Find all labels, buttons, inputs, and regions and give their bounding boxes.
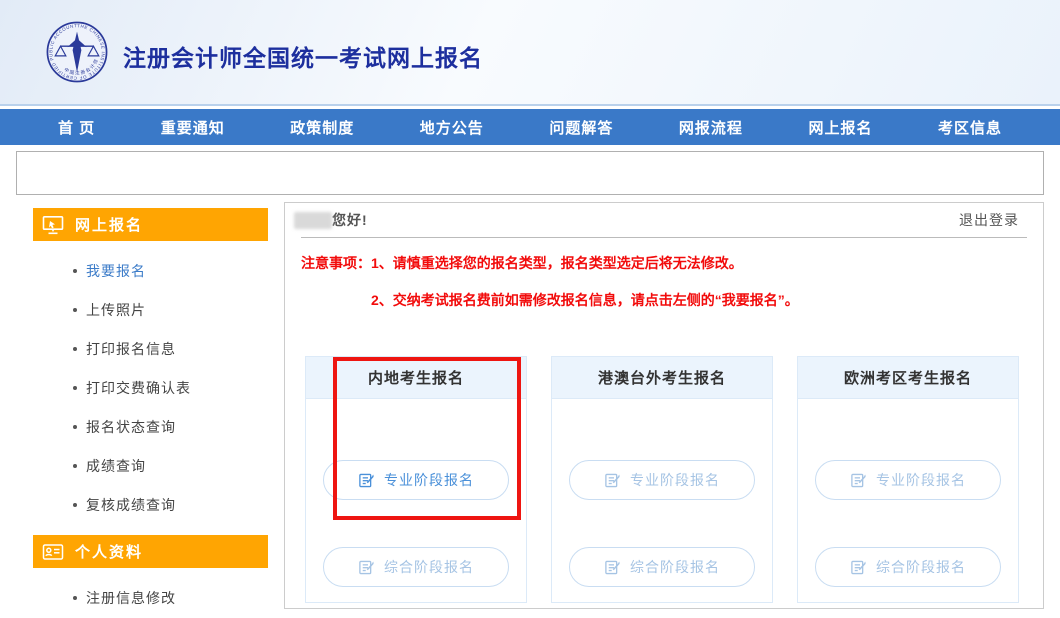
sidebar-item[interactable]: 成绩查询 [33,446,268,485]
stage-button-label: 综合阶段报名 [630,557,720,577]
page-header: THE CHINESE INSTITUTE OF CERTIFIED PUBLI… [0,0,1060,106]
sidebar-item[interactable]: 打印报名信息 [33,329,268,368]
registration-card: 内地考生报名 专业阶段报名 综合阶段报名 [305,356,527,603]
registration-card: 欧洲考区考生报名 专业阶段报名 综合阶段报名 [797,356,1019,603]
stage-button-label: 专业阶段报名 [876,470,966,490]
notice-line-1: 1、请慎重选择您的报名类型，报名类型选定后将无法修改。 [371,253,743,273]
main-panel: 您好! 退出登录 注意事项： 1、请慎重选择您的报名类型，报名类型选定后将无法修… [284,202,1044,609]
sidebar-item[interactable]: 上传照片 [33,290,268,329]
stage-register-button[interactable]: 综合阶段报名 [815,547,1001,587]
greeting-text: 您好! [332,210,368,230]
stage-register-button[interactable]: 综合阶段报名 [323,547,509,587]
sidebar-section: 个人资料 注册信息修改 [33,535,268,617]
nav-item-1[interactable]: 重要通知 [161,117,225,138]
stage-button-label: 专业阶段报名 [630,470,720,490]
stage-register-button[interactable]: 专业阶段报名 [569,460,755,500]
stage-button-label: 综合阶段报名 [384,557,474,577]
stage-button-label: 综合阶段报名 [876,557,966,577]
sidebar: 网上报名 我要报名上传照片打印报名信息打印交费确认表报名状态查询成绩查询复核成绩… [33,202,268,617]
sidebar-item[interactable]: 打印交费确认表 [33,368,268,407]
card-body: 专业阶段报名 综合阶段报名 [306,399,526,587]
card-body: 专业阶段报名 综合阶段报名 [798,399,1018,587]
notice-line-2: 2、交纳考试报名费前如需修改报名信息，请点击左侧的“我要报名”。 [301,290,1027,310]
doc-edit-icon [850,472,867,489]
page-title: 注册会计师全国统一考试网上报名 [123,39,483,73]
sidebar-section: 网上报名 我要报名上传照片打印报名信息打印交费确认表报名状态查询成绩查询复核成绩… [33,208,268,524]
banner-box [16,151,1044,195]
registration-card: 港澳台外考生报名 专业阶段报名 综合阶段报名 [551,356,773,603]
sidebar-item[interactable]: 注册信息修改 [33,578,268,617]
card-title: 港澳台外考生报名 [552,357,772,399]
sidebar-section-header: 个人资料 [33,535,268,568]
monitor-icon [42,215,64,235]
sidebar-item[interactable]: 我要报名 [33,251,268,290]
doc-edit-icon [358,559,375,576]
nav-item-2[interactable]: 政策制度 [290,117,354,138]
card-body: 专业阶段报名 综合阶段报名 [552,399,772,587]
stage-register-button[interactable]: 专业阶段报名 [815,460,1001,500]
cicpa-logo-icon: THE CHINESE INSTITUTE OF CERTIFIED PUBLI… [46,21,108,83]
logout-link[interactable]: 退出登录 [959,210,1019,230]
nav-item-0[interactable]: 首 页 [58,117,95,138]
sidebar-item[interactable]: 报名状态查询 [33,407,268,446]
doc-edit-icon [604,559,621,576]
doc-edit-icon [604,472,621,489]
greeting-row: 您好! 退出登录 [285,203,1043,237]
notice-block: 注意事项： 1、请慎重选择您的报名类型，报名类型选定后将无法修改。 2、交纳考试… [285,238,1043,310]
nav-item-5[interactable]: 网报流程 [679,117,743,138]
sidebar-section-title: 个人资料 [75,541,143,562]
sidebar-list: 我要报名上传照片打印报名信息打印交费确认表报名状态查询成绩查询复核成绩查询 [33,241,268,524]
nav-item-4[interactable]: 问题解答 [549,117,613,138]
main-nav: 首 页 重要通知 政策制度 地方公告 问题解答 网报流程 网上报名 考区信息 [0,109,1060,145]
sidebar-item[interactable]: 复核成绩查询 [33,485,268,524]
content-area: 网上报名 我要报名上传照片打印报名信息打印交费确认表报名状态查询成绩查询复核成绩… [0,202,1060,617]
stage-register-button[interactable]: 综合阶段报名 [569,547,755,587]
nav-item-6[interactable]: 网上报名 [808,117,872,138]
nav-item-7[interactable]: 考区信息 [938,117,1002,138]
card-title: 内地考生报名 [306,357,526,399]
doc-edit-icon [850,559,867,576]
id-card-icon [42,542,64,562]
registration-cards: 内地考生报名 专业阶段报名 综合阶段报名 港澳台外考生报名 [285,356,1043,603]
doc-edit-icon [358,472,375,489]
notice-label: 注意事项： [301,253,371,273]
sidebar-section-header: 网上报名 [33,208,268,241]
username-redacted [294,212,332,229]
card-title: 欧洲考区考生报名 [798,357,1018,399]
stage-register-button[interactable]: 专业阶段报名 [323,460,509,500]
sidebar-section-title: 网上报名 [75,214,143,235]
sidebar-list: 注册信息修改 [33,568,268,617]
stage-button-label: 专业阶段报名 [384,470,474,490]
nav-item-3[interactable]: 地方公告 [420,117,484,138]
